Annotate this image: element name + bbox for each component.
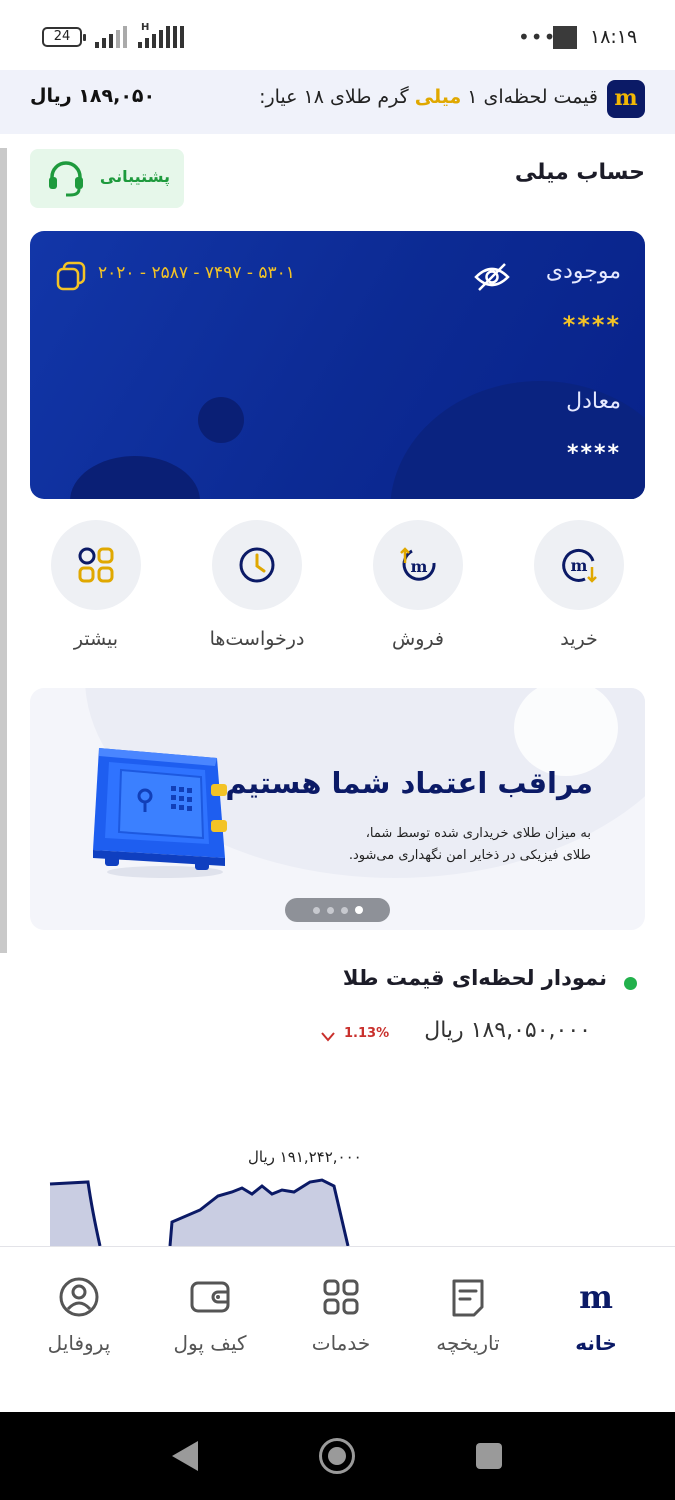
eye-hidden-icon[interactable]: [474, 262, 510, 292]
live-indicator: [624, 977, 637, 990]
copy-icon[interactable]: [54, 259, 88, 293]
status-more-icon: •••: [518, 25, 557, 49]
balance-label: موجودی: [545, 259, 621, 284]
system-nav-bar: [0, 1412, 675, 1500]
price-label: قیمت لحظه‌ای ۱ میلی گرم طلای ۱۸ عیار:: [259, 86, 598, 108]
nav-item-home[interactable]: m خانه: [556, 1275, 636, 1355]
home-logo-icon: m: [579, 1278, 613, 1316]
price-value: ۱۸۹,۰۵۰ ریال: [30, 85, 156, 107]
requests-label: درخواست‌ها: [209, 628, 305, 650]
buy-icon: m: [562, 548, 597, 583]
safe-illustration: [93, 748, 227, 878]
banner-title: مراقب اعتماد شما هستیم: [225, 766, 593, 800]
equivalent-label: معادل: [566, 389, 621, 414]
status-bar: 24 H ••• ۱۸:۱۹: [0, 0, 675, 70]
battery-icon: 24: [42, 27, 86, 47]
sell-icon: m: [400, 547, 436, 581]
balance-value: ****: [562, 311, 621, 339]
account-number: ۲۰۲۰ - ۲۵۸۷ - ۷۴۹۷ - ۵۳۰۱: [98, 263, 295, 283]
banner-pager[interactable]: [285, 898, 390, 922]
sell-action[interactable]: m فروش: [353, 520, 483, 650]
pager-dot[interactable]: [312, 906, 320, 914]
pager-dot[interactable]: [340, 906, 348, 914]
sell-label: فروش: [392, 628, 444, 650]
svg-text:m: m: [571, 556, 588, 575]
pager-dot-active[interactable]: [354, 906, 363, 914]
home-icon[interactable]: [319, 1438, 355, 1474]
history-icon: [452, 1279, 484, 1317]
pager-dot[interactable]: [326, 906, 334, 914]
promo-banner[interactable]: مراقب اعتماد شما هستیم به میزان طلای خری…: [30, 688, 645, 930]
services-icon: [323, 1279, 359, 1315]
more-action[interactable]: بیشتر: [31, 520, 161, 650]
equivalent-value: ****: [566, 441, 621, 466]
buy-label: خرید: [560, 628, 598, 650]
more-label: بیشتر: [73, 628, 119, 650]
status-time: ۱۸:۱۹: [590, 26, 638, 48]
nav-label-history: تاریخچه: [436, 1331, 500, 1355]
banner-subtitle: به میزان طلای خریداری شده توسط شما، طلای…: [348, 826, 591, 863]
support-button[interactable]: پشتیبانی: [30, 149, 184, 208]
nav-label-wallet: کیف پول: [173, 1331, 247, 1355]
buy-action[interactable]: m خرید: [514, 520, 644, 650]
scroll-indicator[interactable]: [0, 148, 7, 953]
nav-item-profile[interactable]: پروفایل: [34, 1275, 124, 1355]
clock-icon: [239, 547, 275, 583]
signal-icon-2: [138, 26, 184, 48]
profile-icon: [59, 1277, 99, 1317]
milli-logo-icon: m: [607, 80, 645, 118]
chart-title: نمودار لحظه‌ای قیمت طلا: [342, 966, 607, 990]
chart-current-price: ۱۸۹,۰۵۰,۰۰۰ ریال: [424, 1018, 591, 1043]
support-label: پشتیبانی: [99, 167, 170, 186]
chevron-down-icon: [321, 1032, 335, 1042]
signal-icon: [95, 26, 127, 48]
nav-label-profile: پروفایل: [47, 1331, 111, 1355]
nav-label-home: خانه: [575, 1331, 617, 1355]
notification-icon: [553, 26, 577, 49]
headset-icon: [49, 161, 83, 197]
svg-text:m: m: [411, 557, 428, 576]
nav-item-history[interactable]: تاریخچه: [418, 1275, 518, 1355]
chart-change-percent: 1.13%: [344, 1026, 390, 1041]
balance-card[interactable]: موجودی **** معادل **** ۲۰۲۰ - ۲۵۸۷ - ۷۴۹…: [30, 231, 645, 499]
nav-item-wallet[interactable]: کیف پول: [155, 1275, 265, 1355]
wallet-icon: [190, 1281, 230, 1313]
nav-label-services: خدمات: [311, 1331, 371, 1355]
bottom-nav: m خانه تاریخچه خدمات کیف پول پروفایل: [0, 1246, 675, 1412]
page-title: حساب میلی: [514, 160, 645, 185]
nav-item-services[interactable]: خدمات: [296, 1275, 386, 1355]
chart-peak-label: ۱۹۱,۲۴۲,۰۰۰ ریال: [248, 1148, 362, 1166]
more-apps-icon: [78, 547, 114, 583]
back-icon[interactable]: [172, 1441, 198, 1471]
recent-apps-icon[interactable]: [476, 1443, 502, 1469]
requests-action[interactable]: درخواست‌ها: [192, 520, 322, 650]
gold-price-chart[interactable]: [0, 1170, 675, 1246]
